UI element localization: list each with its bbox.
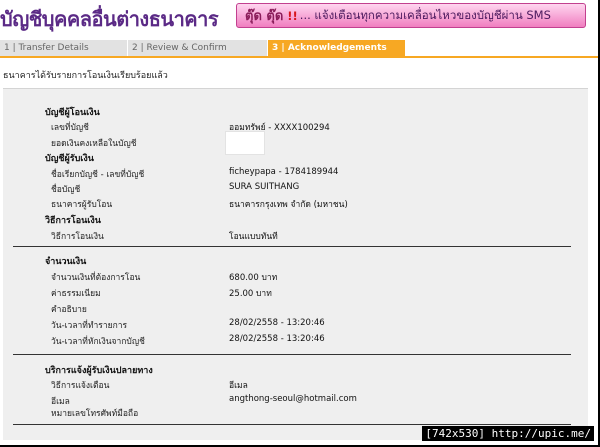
header: บัญชีบุคคลอื่นต่างธนาคาร ตุ๊ด ตุ๊ด !! ..… xyxy=(0,0,598,36)
page-title: บัญชีบุคคลอื่นต่างธนาคาร xyxy=(0,7,219,31)
from-account-title: บัญชีผู้โอนเงิน xyxy=(45,108,100,118)
step-transfer-details: 1 | Transfer Details xyxy=(0,40,128,56)
to-account-title: บัญชีผู้รับเงิน xyxy=(45,154,94,164)
notify-method-value: อีเมล xyxy=(229,381,248,391)
sms-alert-banner[interactable]: ตุ๊ด ตุ๊ด !! ... แจ้งเตือนทุกความเคลื่อน… xyxy=(236,3,586,28)
amount-value: 680.00 บาท xyxy=(229,273,278,283)
step-tabs: 1 | Transfer Details 2 | Review & Confir… xyxy=(0,40,598,58)
acknowledgement-details: บัญชีผู้โอนเงิน เลขที่บัญชี ออมทรัพย์ - … xyxy=(3,88,588,440)
section-divider xyxy=(13,246,571,247)
method-value: โอนแบบทันที xyxy=(229,232,278,242)
step-review-confirm: 2 | Review & Confirm xyxy=(128,40,268,56)
description-label: คำอธิบาย xyxy=(51,305,87,315)
notify-title: บริการแจ้งผู้รับเงินปลายทาง xyxy=(45,366,153,376)
method-title: วิธีการโอนเงิน xyxy=(45,216,101,226)
notify-phone-label: หมายเลขโทรศัพท์มือถือ xyxy=(51,409,139,419)
fee-value: 25.00 บาท xyxy=(229,289,272,299)
debit-time-value: 28/02/2558 - 13:20:46 xyxy=(229,334,325,344)
banner-exclaim: !! xyxy=(287,8,298,23)
to-bank-label: ธนาคารผู้รับโอน xyxy=(51,200,113,210)
to-name-value: SURA SUITHANG xyxy=(229,182,300,192)
step-acknowledgements: 3 | Acknowledgements xyxy=(268,40,406,56)
success-message: ธนาคารได้รับรายการโอนเงินเรียบร้อยแล้ว xyxy=(3,71,168,81)
to-name-label: ชื่อบัญชี xyxy=(51,185,81,195)
upic-watermark: [742x530] http://upic.me/ xyxy=(422,426,594,441)
balance-label: ยอดเงินคงเหลือในบัญชี xyxy=(51,139,137,149)
amount-title: จำนวนเงิน xyxy=(45,257,87,267)
debit-time-label: วัน-เวลาที่หักเงินจากบัญชี xyxy=(51,337,145,347)
txn-time-value: 28/02/2558 - 13:20:46 xyxy=(229,318,325,328)
to-nickname-label: ชื่อเรียกบัญชี - เลขที่บัญชี xyxy=(51,170,145,180)
fee-label: ค่าธรรมเนียม xyxy=(51,289,101,299)
notify-method-label: วิธีการแจ้งเตือน xyxy=(51,381,110,391)
banner-brand: ตุ๊ด ตุ๊ด xyxy=(245,9,284,24)
amount-label: จำนวนเงินที่ต้องการโอน xyxy=(51,273,141,283)
method-label: วิธีการโอนเงิน xyxy=(51,232,104,242)
to-nickname-value: ficheypapa - 1784189944 xyxy=(229,167,339,177)
page-frame: บัญชีบุคคลอื่นต่างธนาคาร ตุ๊ด ตุ๊ด !! ..… xyxy=(0,0,600,447)
to-bank-value: ธนาคารกรุงเทพ จำกัด (มหาชน) xyxy=(229,200,348,210)
notify-email-value: angthong-seoul@hotmail.com xyxy=(229,394,357,404)
txn-time-label: วัน-เวลาที่ทำรายการ xyxy=(51,321,128,331)
section-divider xyxy=(13,424,571,425)
from-account-no-label: เลขที่บัญชี xyxy=(51,123,89,133)
balance-hidden-box xyxy=(225,131,265,155)
banner-text: ... แจ้งเตือนทุกความเคลื่อนไหวของบัญชีผ่… xyxy=(299,7,551,22)
section-divider xyxy=(13,354,571,355)
